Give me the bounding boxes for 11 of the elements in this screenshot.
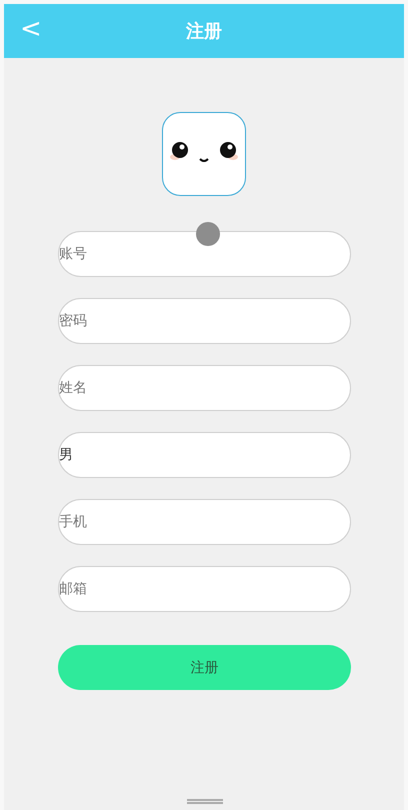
- input-field[interactable]: 邮箱: [58, 566, 351, 612]
- input-field[interactable]: 手机: [58, 499, 351, 545]
- input-field[interactable]: 账号: [58, 231, 351, 277]
- input-field[interactable]: 密码: [58, 298, 351, 344]
- register-button[interactable]: 注册: [58, 645, 351, 690]
- home-indicator: [187, 799, 223, 804]
- input-field[interactable]: 姓名: [58, 365, 351, 411]
- page-title: 注册: [186, 20, 222, 43]
- touch-indicator: [196, 222, 220, 246]
- avatar-face-icon: [162, 112, 246, 196]
- gender-field[interactable]: 男: [58, 432, 351, 478]
